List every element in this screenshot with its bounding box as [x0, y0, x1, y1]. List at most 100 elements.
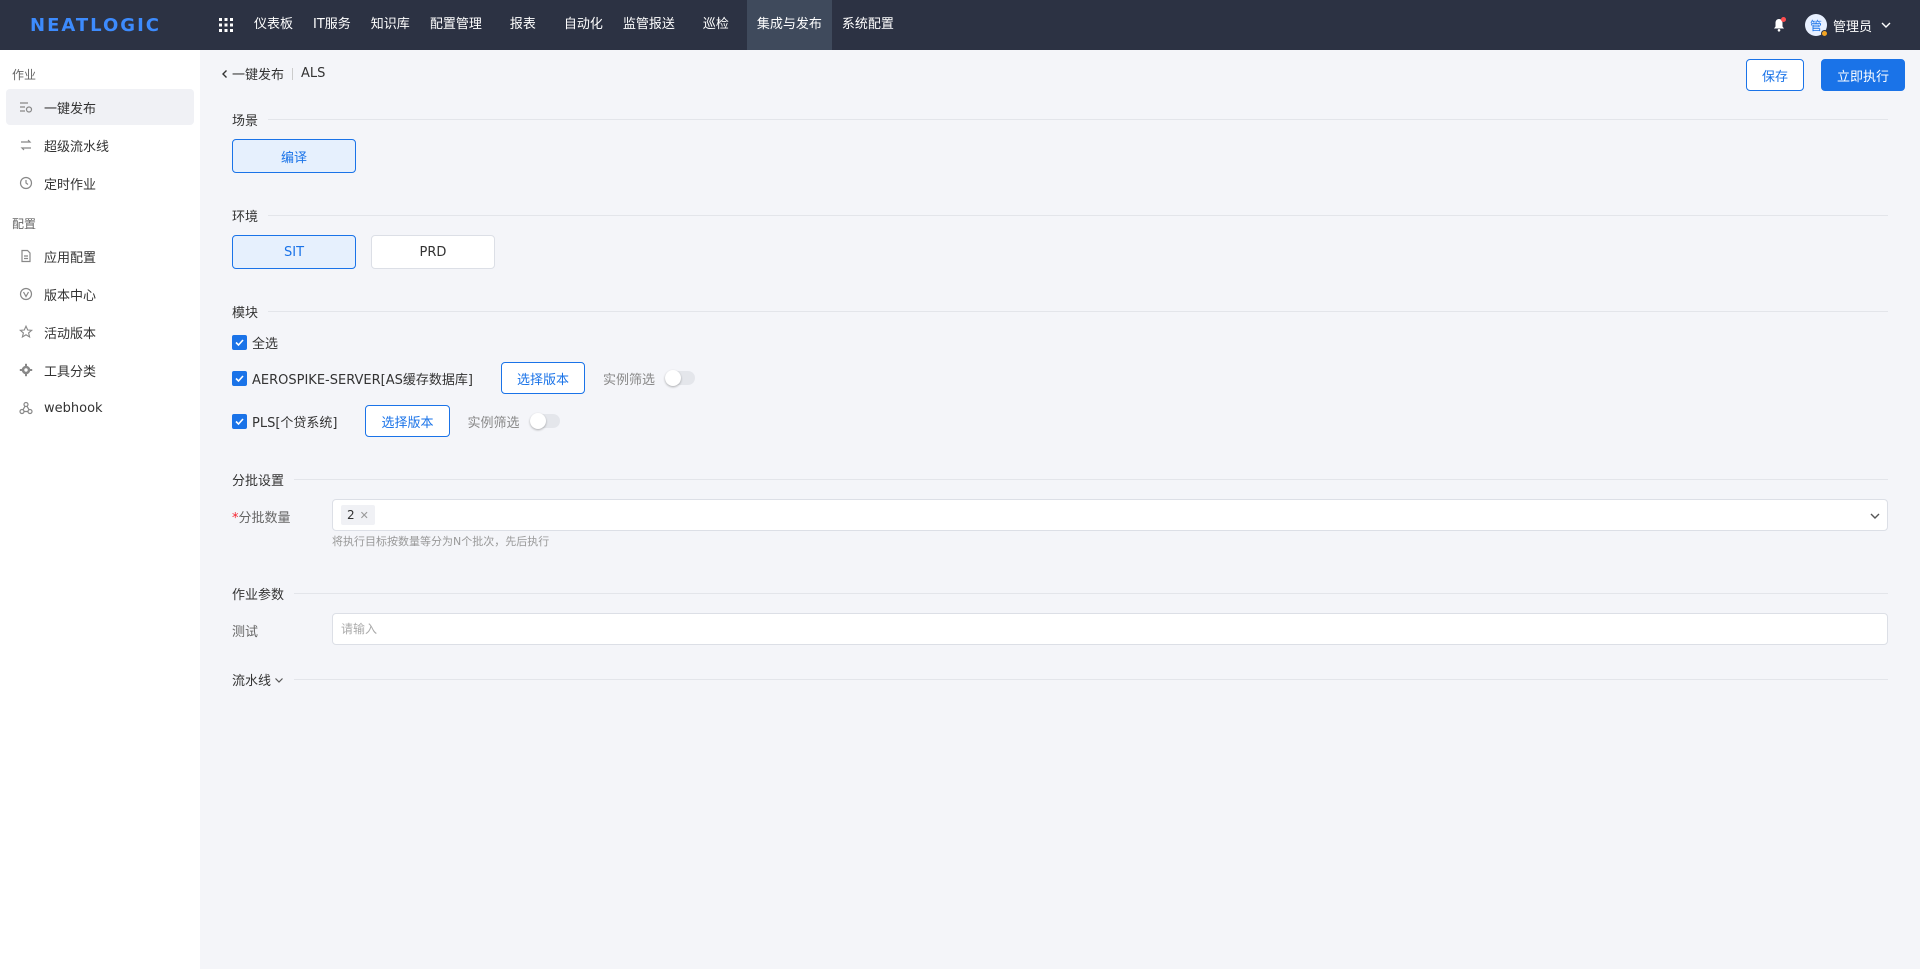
chevron-left-icon	[222, 69, 227, 78]
select-all-checkbox[interactable]	[232, 334, 247, 350]
top-navigation-bar: NEATLOGIC 仪表板 IT服务 知识库 配置管理 报表 自动化 监管报送 …	[0, 0, 1920, 50]
nav-report[interactable]: 报表	[492, 0, 554, 50]
sidebar-item-super-pipeline[interactable]: 超级流水线	[6, 127, 194, 163]
sidebar-item-label: 应用配置	[44, 250, 97, 266]
logo[interactable]: NEATLOGIC	[0, 15, 200, 36]
avatar[interactable]: 管	[1804, 14, 1828, 37]
sidebar-group-job: 作业	[12, 68, 37, 82]
tag-value: 2	[347, 508, 355, 522]
bell-icon[interactable]	[1769, 15, 1789, 35]
env-option-prd[interactable]: PRD	[371, 235, 495, 269]
breadcrumb-current: ALS	[301, 66, 326, 81]
select-version-button[interactable]: 选择版本	[365, 405, 450, 437]
chevron-down-icon[interactable]	[1880, 19, 1892, 31]
divider	[294, 593, 1888, 594]
scene-section-title: 场景	[232, 110, 1888, 129]
divider	[294, 679, 1888, 680]
batch-count-label: *分批数量	[232, 507, 291, 526]
batch-count-select[interactable]: 2 ✕	[332, 499, 1888, 531]
instance-filter-toggle[interactable]	[529, 413, 560, 429]
instance-filter-toggle[interactable]	[664, 370, 695, 386]
document-icon	[18, 248, 34, 264]
execute-now-button[interactable]: 立即执行	[1821, 59, 1905, 91]
params-title: 作业参数	[232, 588, 285, 603]
instance-filter-label: 实例筛选	[467, 415, 520, 431]
avatar-char: 管	[1809, 18, 1822, 33]
pipeline-section-title[interactable]: 流水线	[232, 670, 1888, 689]
batch-hint: 将执行目标按数量等分为N个批次，先后执行	[332, 535, 550, 548]
sidebar-item-app-config[interactable]: 应用配置	[6, 238, 194, 274]
nav-regulatory[interactable]: 监管报送	[613, 0, 685, 50]
back-link[interactable]: 一键发布	[220, 64, 284, 83]
module-name: AEROSPIKE-SERVER[AS缓存数据库]	[252, 372, 473, 388]
tag-close-icon[interactable]: ✕	[360, 509, 369, 522]
divider	[268, 215, 1888, 216]
env-title: 环境	[232, 210, 259, 225]
param-test-label: 测试	[232, 625, 259, 640]
params-section-title: 作业参数	[232, 584, 1888, 603]
back-link-label: 一键发布	[232, 68, 285, 83]
module-name: PLS[个贷系统]	[252, 415, 338, 431]
env-section-title: 环境	[232, 206, 1888, 225]
webhook-icon	[18, 400, 34, 416]
scene-title: 场景	[232, 114, 259, 129]
sidebar-item-label: 活动版本	[44, 326, 97, 342]
scene-option-compile[interactable]: 编译	[232, 139, 356, 173]
toggle-knob	[664, 370, 681, 386]
divider	[294, 479, 1888, 480]
nav-knowledge[interactable]: 知识库	[361, 0, 420, 50]
module-row-pls: PLS[个贷系统] 选择版本 实例筛选	[232, 405, 560, 437]
sidebar-item-tool-category[interactable]: 工具分类	[6, 352, 194, 388]
main-nav: 仪表板 IT服务 知识库 配置管理 报表 自动化 监管报送 巡检 集成与发布 系…	[244, 0, 904, 50]
nav-inspection[interactable]: 巡检	[685, 0, 747, 50]
gear-icon	[18, 362, 34, 378]
sidebar-item-webhook[interactable]: webhook	[6, 390, 194, 426]
param-test-input[interactable]	[332, 613, 1888, 645]
sidebar-item-label: webhook	[44, 400, 103, 416]
username[interactable]: 管理员	[1833, 16, 1872, 35]
divider	[268, 311, 1888, 312]
check-icon	[235, 374, 244, 382]
app-grid-icon[interactable]	[214, 13, 238, 37]
nav-automation[interactable]: 自动化	[554, 0, 613, 50]
sidebar-item-version-center[interactable]: 版本中心	[6, 276, 194, 312]
toggle-knob	[529, 413, 546, 429]
selected-tag: 2 ✕	[341, 505, 375, 525]
sidebar-item-label: 一键发布	[44, 101, 97, 117]
module-section-title: 模块	[232, 302, 1888, 321]
notification-dot	[1780, 17, 1786, 22]
module-title: 模块	[232, 306, 259, 321]
batch-count-label-text: 分批数量	[238, 511, 291, 526]
save-button[interactable]: 保存	[1746, 59, 1804, 91]
nav-deploy[interactable]: 集成与发布	[746, 0, 832, 50]
sidebar-item-one-click-deploy[interactable]: 一键发布	[6, 89, 194, 125]
chevron-down-icon[interactable]	[1869, 510, 1881, 522]
env-option-sit[interactable]: SIT	[232, 235, 356, 269]
chevron-down-icon[interactable]	[274, 675, 284, 685]
nav-it-service[interactable]: IT服务	[303, 0, 361, 50]
select-all-row[interactable]: 全选	[232, 326, 278, 358]
version-icon	[18, 286, 34, 302]
batch-title: 分批设置	[232, 474, 285, 489]
select-version-button[interactable]: 选择版本	[500, 362, 585, 394]
divider	[268, 119, 1888, 120]
sidebar-item-label: 超级流水线	[44, 139, 110, 155]
check-icon	[235, 417, 244, 425]
sidebar: 作业 一键发布 超级流水线 定时作业 配置 应用配置 版本中心 活动版本 工具分…	[0, 50, 200, 969]
nav-system-config[interactable]: 系统配置	[832, 0, 904, 50]
status-dot	[1820, 30, 1828, 37]
module-checkbox[interactable]	[232, 370, 247, 386]
sidebar-item-active-version[interactable]: 活动版本	[6, 314, 194, 350]
sidebar-item-scheduled-job[interactable]: 定时作业	[6, 165, 194, 201]
module-row-aerospike: AEROSPIKE-SERVER[AS缓存数据库] 选择版本 实例筛选	[232, 362, 695, 394]
nav-cmdb[interactable]: 配置管理	[420, 0, 492, 50]
logo-text: NEATLOGIC	[30, 14, 161, 36]
pipeline-title: 流水线	[232, 674, 272, 689]
main-content: 一键发布 ALS 保存 立即执行 场景 编译 环境 SIT PRD 模块 全选 …	[200, 50, 1920, 969]
nav-dashboard[interactable]: 仪表板	[244, 0, 303, 50]
check-icon	[235, 338, 244, 346]
clock-icon	[18, 175, 34, 191]
instance-filter-label: 实例筛选	[602, 372, 655, 388]
breadcrumb-separator	[292, 67, 294, 80]
module-checkbox[interactable]	[232, 413, 247, 429]
